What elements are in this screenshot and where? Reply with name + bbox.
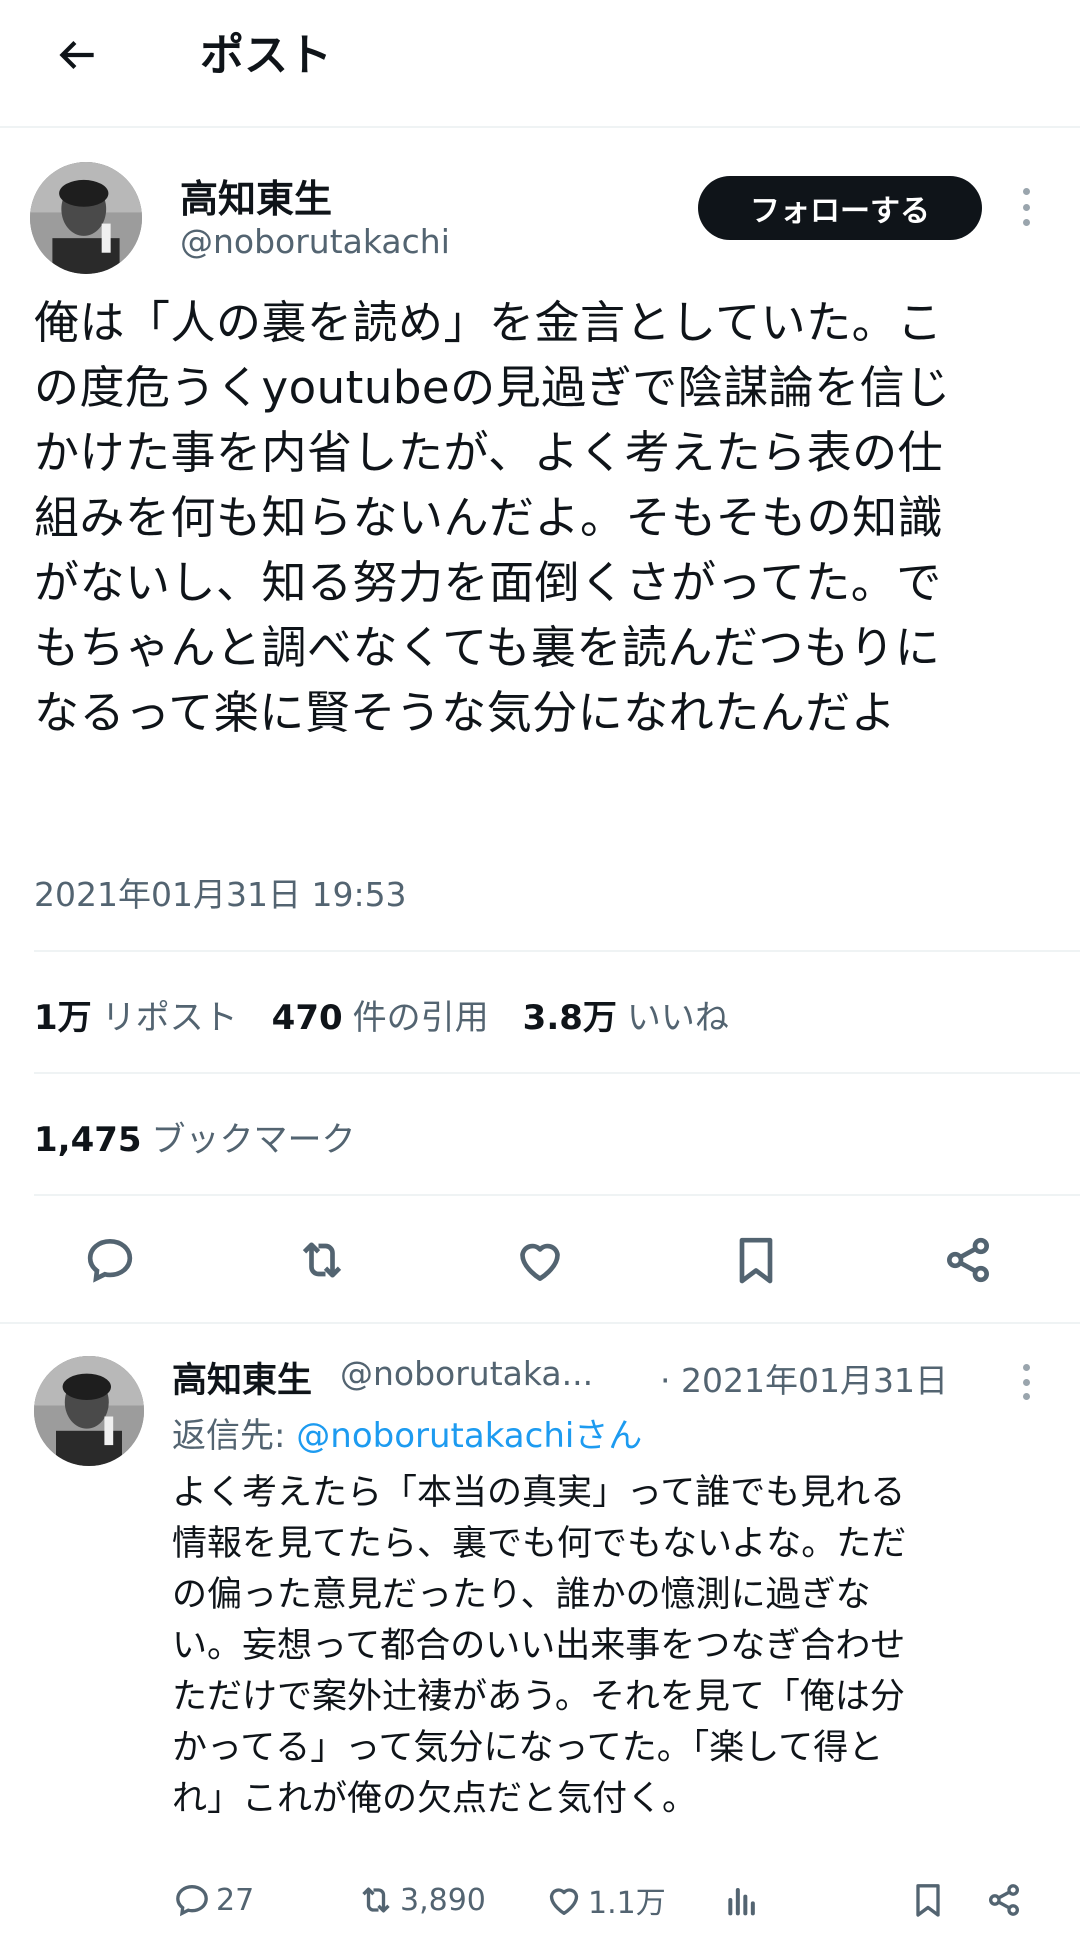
bookmark-icon[interactable] bbox=[728, 1232, 784, 1288]
share-icon[interactable] bbox=[940, 1232, 996, 1288]
top-bar: ポスト bbox=[0, 0, 1080, 128]
engagement-stats: 1万 リポスト 470 件の引用 3.8万 いいね bbox=[34, 990, 763, 1039]
post-text: 俺は「人の裏を読め」を金言としていた。こ の度危うくyoutubeの見過ぎで陰謀… bbox=[34, 296, 951, 739]
page-title: ポスト bbox=[200, 30, 332, 81]
quotes-count[interactable]: 470 bbox=[272, 998, 343, 1038]
quotes-label[interactable]: 件の引用 bbox=[353, 998, 489, 1038]
follow-button[interactable]: フォローする bbox=[698, 176, 982, 240]
reposts-count[interactable]: 1万 bbox=[34, 998, 92, 1038]
views-icon[interactable] bbox=[722, 1878, 766, 1922]
divider bbox=[0, 1322, 1080, 1324]
reply-reposts-action[interactable]: 3,890 bbox=[356, 1878, 486, 1922]
reply-likes-count: 1.1万 bbox=[588, 1886, 666, 1921]
like-icon bbox=[549, 1888, 579, 1915]
author-handle[interactable]: @noborutakachi bbox=[180, 222, 450, 261]
reply-replies-count: 27 bbox=[216, 1882, 255, 1918]
back-arrow-icon[interactable] bbox=[52, 30, 102, 80]
reply-likes-action[interactable]: 1.1万 bbox=[544, 1878, 666, 1922]
bookmarks-count[interactable]: 1,475 bbox=[34, 1120, 142, 1160]
likes-label[interactable]: いいね bbox=[627, 998, 729, 1038]
likes-count[interactable]: 3.8万 bbox=[523, 998, 617, 1038]
bookmarks-label[interactable]: ブックマーク bbox=[152, 1120, 356, 1160]
bookmark-stats: 1,475 ブックマーク bbox=[34, 1112, 390, 1161]
reply-author-handle[interactable]: @noborutaka... bbox=[340, 1354, 593, 1393]
author-name[interactable]: 高知東生 bbox=[180, 168, 332, 223]
reply-to-line: 返信先: @noborutakachiさん bbox=[172, 1408, 642, 1457]
reply-icon bbox=[176, 1884, 208, 1917]
reply-bookmark-icon[interactable] bbox=[908, 1878, 952, 1922]
reply-replies-action[interactable]: 27 bbox=[172, 1878, 254, 1922]
more-options-icon[interactable] bbox=[1020, 188, 1032, 226]
reply-to-prefix: 返信先: bbox=[172, 1416, 297, 1456]
divider bbox=[34, 950, 1080, 952]
repost-icon[interactable] bbox=[294, 1232, 350, 1288]
reply-to-mention[interactable]: @noborutakachiさん bbox=[296, 1416, 642, 1456]
reply-reposts-count: 3,890 bbox=[400, 1882, 486, 1918]
reply-author-name[interactable]: 高知東生 bbox=[172, 1352, 312, 1403]
reply-text: よく考えたら「本当の真実」って誰でも見れる 情報を見てたら、裏でも何でもないよな… bbox=[172, 1473, 907, 1819]
divider bbox=[34, 1072, 1080, 1074]
reply-more-options-icon[interactable] bbox=[1020, 1364, 1032, 1400]
author-avatar[interactable] bbox=[30, 162, 142, 274]
post-timestamp[interactable]: 2021年01月31日 19:53 bbox=[34, 868, 407, 916]
divider bbox=[34, 1194, 1080, 1196]
reply-author-avatar[interactable] bbox=[34, 1356, 144, 1466]
like-icon[interactable] bbox=[512, 1232, 568, 1288]
reply-share-icon[interactable] bbox=[984, 1878, 1028, 1922]
repost-icon bbox=[362, 1887, 390, 1913]
reposts-label[interactable]: リポスト bbox=[102, 998, 238, 1038]
reply-icon[interactable] bbox=[82, 1232, 138, 1288]
reply-date[interactable]: · 2021年01月31日 bbox=[660, 1354, 948, 1402]
